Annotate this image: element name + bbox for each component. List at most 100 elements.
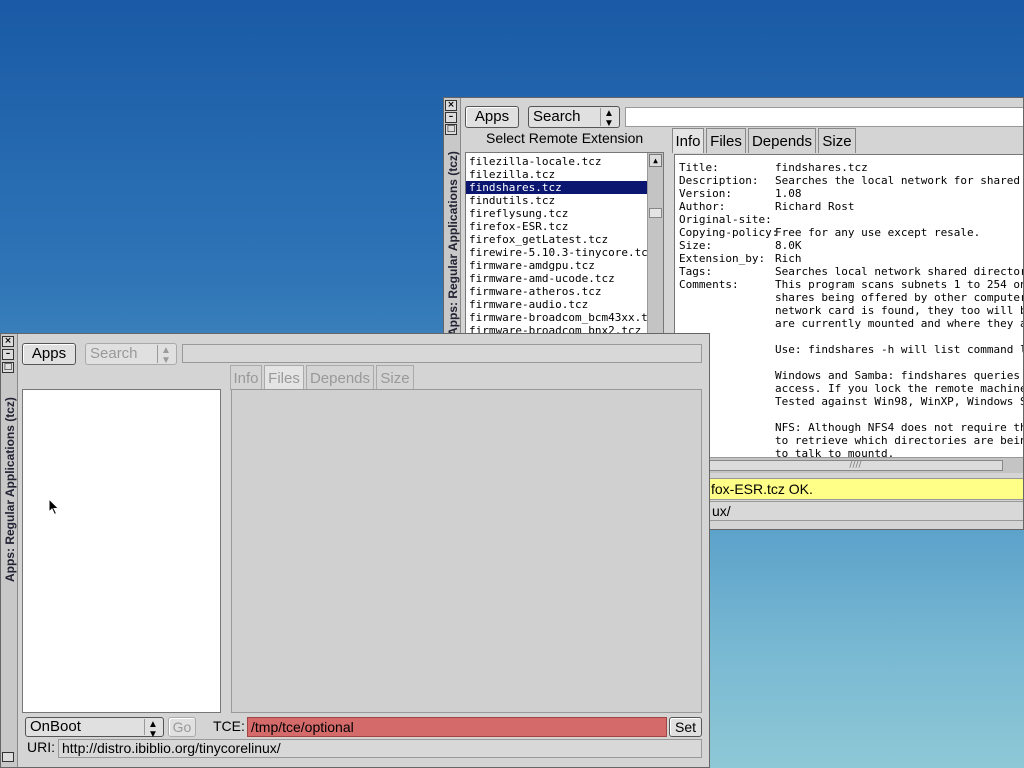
extension-list-item[interactable]: firefox_getLatest.tcz [466,233,647,246]
extension-list[interactable]: filezilla-locale.tcz filezilla.tcz findsha… [465,152,664,342]
mouse-pointer-icon [48,498,60,516]
info-value: NFS: Although NFS4 does not require the … [775,421,1023,434]
info-value: Richard Rost [775,200,855,213]
extension-list-item[interactable]: firmware-audio.tcz [466,298,647,311]
close-icon[interactable]: × [445,100,457,111]
extension-list-item[interactable]: filezilla.tcz [466,168,647,181]
info-hscrollbar[interactable]: //// [708,457,1023,473]
info-row: access. If you lock the remote machines … [675,382,1023,395]
tab-info[interactable]: Info [230,365,262,390]
go-button[interactable]: Go [168,717,196,737]
minimize-icon[interactable]: – [445,112,457,123]
extension-info-panel: Title: findshares.tcz Description: Searches… [674,154,1024,459]
info-value: to retrieve which directories are being … [775,434,1023,447]
scroll-up-icon[interactable]: ▲ [649,154,662,167]
apps-menu-button[interactable]: Apps [465,106,519,128]
info-row: Version: 1.08 [675,187,1023,200]
extension-list-item[interactable]: filezilla-locale.tcz [466,155,647,168]
info-row [675,330,1023,343]
back-uri-value: ux/ [712,503,731,519]
maximize-icon[interactable]: □ [2,362,14,373]
extension-list-item[interactable]: firmware-broadcom_bcm43xx.tcz [466,311,661,324]
info-key: Copying-policy: [679,226,779,239]
info-value: This program scans subnets 1 to 254 on t… [775,278,1023,291]
status-message: fox-ESR.tcz OK. [711,481,813,497]
uri-value: http://distro.ibiblio.org/tinycorelinux/ [62,740,281,756]
info-row: to retrieve which directories are being … [675,434,1023,447]
info-row: Tags: Searches local network shared direc… [675,265,1023,278]
back-uri-field[interactable]: ux/ [708,501,1023,521]
info-row: Use: findshares -h will list command lin… [675,343,1024,356]
tab-info[interactable]: Info [672,128,704,153]
tab-size[interactable]: Size [376,365,414,390]
info-key: Title: [679,161,719,174]
extension-list-item[interactable]: firmware-atheros.tcz [466,285,647,298]
updown-arrow-icon: ▲ ▼ [144,719,161,740]
extension-list-item[interactable]: firewire-5.10.3-tinycore.tcz [466,246,654,259]
tab-size[interactable]: Size [818,128,856,153]
tce-label: TCE: [213,718,245,734]
info-value: Use: findshares -h will list command lin… [775,343,1024,356]
tab-depends[interactable]: Depends [306,365,374,390]
onboot-label: OnBoot [30,718,81,735]
maximize-icon[interactable]: □ [445,124,457,135]
info-row: Copying-policy: Free for any use except r… [675,226,1023,239]
extension-list-item[interactable]: firmware-amd-ucode.tcz [466,272,647,285]
front-window-titlebar[interactable]: × – □ Apps: Regular Applications (tcz) [1,334,18,767]
updown-arrow-icon: ▲ ▼ [157,345,174,366]
front-app-window: × – □ Apps: Regular Applications (tcz) A… [0,333,710,768]
extension-list-item[interactable]: findutils.tcz [466,194,647,207]
tce-path-value: /tmp/tce/optional [251,719,354,735]
search-input[interactable] [625,107,1023,127]
info-row: network card is found, they too will be … [675,304,1023,317]
resize-handle-icon[interactable] [2,752,14,762]
window-title: Apps: Regular Applications (tcz) [3,397,17,582]
extension-list-item[interactable]: findshares.tcz [466,181,647,194]
updown-arrow-icon: ▲ ▼ [600,108,617,129]
extension-list-item[interactable]: firmware-amdgpu.tcz [466,259,647,272]
tab-depends[interactable]: Depends [748,128,816,153]
tce-path-field[interactable]: /tmp/tce/optional [247,717,667,737]
info-value: Windows and Samba: findshares queries re… [775,369,1023,382]
extension-list-item[interactable]: fireflysung.tcz [466,207,647,220]
tab-files[interactable]: Files [706,128,746,153]
minimize-icon[interactable]: – [2,349,14,360]
hscroll-thumb[interactable]: //// [708,460,1003,471]
info-key: Version: [679,187,732,200]
info-row [675,408,1023,421]
search-input[interactable] [182,344,702,363]
info-row: Original-site: [675,213,1023,226]
scroll-thumb[interactable] [649,208,662,218]
status-bar: fox-ESR.tcz OK. [708,478,1023,500]
extension-list-item[interactable]: firefox-ESR.tcz [466,220,647,233]
search-mode-select[interactable]: Search ▲ ▼ [85,343,177,366]
extension-list-scrollbar[interactable]: ▲ [647,153,663,341]
onboot-select[interactable]: OnBoot ▲ ▼ [25,717,164,740]
uri-field[interactable]: http://distro.ibiblio.org/tinycorelinux/ [58,739,702,758]
info-panel [231,389,702,713]
extension-list[interactable] [22,389,221,713]
info-key: Extension_by: [679,252,766,265]
info-row: Windows and Samba: findshares queries re… [675,369,1023,382]
uri-label: URI: [27,739,55,755]
search-mode-select[interactable]: Search ▲ ▼ [528,106,620,129]
info-row: shares being offered by other computers … [675,291,1023,304]
info-row: Title: findshares.tcz [675,161,1023,174]
close-icon[interactable]: × [2,336,14,347]
info-row: Size: 8.0K [675,239,1023,252]
info-row: Author: Richard Rost [675,200,1023,213]
search-mode-label: Search [533,108,581,125]
info-value: are currently mounted and where they are… [775,317,1023,330]
search-mode-label: Search [90,345,138,362]
info-value: 8.0K [775,239,802,252]
info-row: Comments: This program scans subnets 1 to… [675,278,1023,291]
window-title: Apps: Regular Applications (tcz) [446,151,460,336]
apps-menu-button[interactable]: Apps [22,343,76,365]
info-key: Author: [679,200,726,213]
info-key: Comments: [679,278,739,291]
set-button[interactable]: Set [669,717,702,737]
tab-files[interactable]: Files [264,365,304,390]
info-row: Extension_by: Rich [675,252,1023,265]
info-value: access. If you lock the remote machines … [775,382,1023,395]
info-key: Description: [679,174,759,187]
